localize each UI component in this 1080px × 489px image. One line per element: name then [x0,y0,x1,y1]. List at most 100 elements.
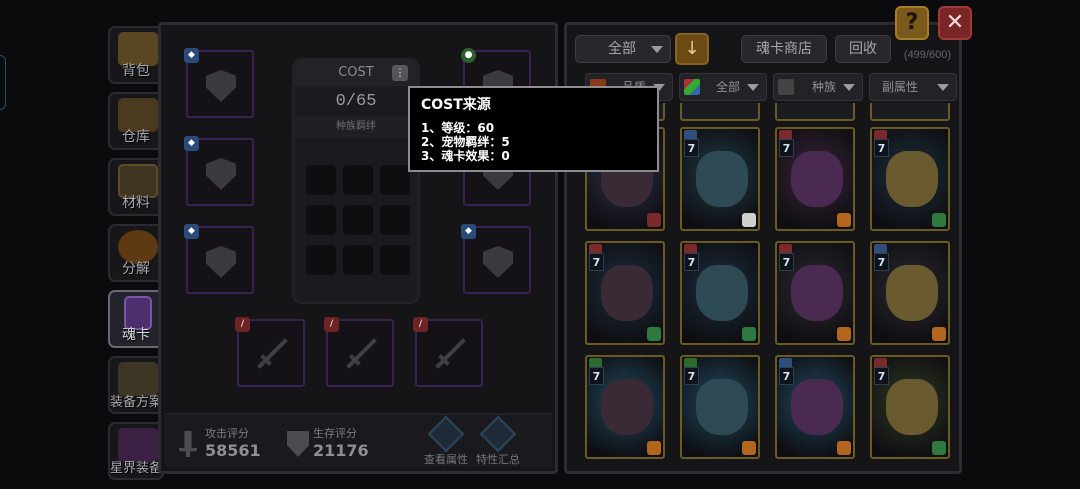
sidebar-item-label: 魂卡 [122,327,150,343]
screen-edge-glow [0,55,6,110]
soul-card[interactable]: 7 [870,355,950,459]
race-icon [778,79,794,95]
card-portrait-icon [791,379,843,435]
shield-placeholder-icon [206,70,236,102]
sidebar-item-decompose[interactable]: 分解 [108,224,164,282]
shield-placeholder-icon [206,246,236,278]
help-button[interactable]: ? [895,6,929,40]
card-level: 7 [874,253,889,271]
water-element-icon: ◆ [184,136,199,151]
sidebar-item-label: 材料 [122,195,150,211]
card-slot[interactable]: ◆ [184,224,254,294]
sidebar-item-label: 装备方案 [109,395,162,410]
sub-attribute-filter[interactable]: 副属性 [869,73,957,101]
close-button[interactable]: ✕ [938,6,972,40]
race-badge-icon [647,441,661,455]
sub-attribute-filter-label: 副属性 [882,80,919,94]
race-bond-grid [306,165,410,277]
card-portrait-icon [696,265,748,321]
chevron-down-icon [747,84,759,91]
recycle-button[interactable]: 回收 [835,35,891,63]
soul-card[interactable]: 7 [775,241,855,345]
cost-source-tooltip: COST来源 1、等级：60 2、宠物羁绊：5 3、魂卡效果：0 [408,86,659,172]
chevron-down-icon [651,46,663,53]
sidebar-item-backpack[interactable]: 背包 [108,26,164,84]
soul-shop-button[interactable]: 魂卡商店 [741,35,827,63]
shield-placeholder-icon [483,246,513,278]
attack-element-icon: / [235,317,250,332]
card-portrait-icon [791,265,843,321]
race-badge-icon [742,327,756,341]
soul-card[interactable]: 7 [585,355,665,459]
soul-card[interactable]: 7 [680,241,760,345]
water-element-icon: ◆ [184,48,199,63]
trait-summary-button[interactable]: 特性汇总 [473,415,523,467]
color-filter[interactable]: 全部 [679,73,767,101]
survival-score-label: 生存评分 [313,427,357,440]
card-slot[interactable]: / [413,317,483,387]
card-level: 7 [684,139,699,157]
sidebar-item-label: 仓库 [122,129,150,145]
cost-info-button[interactable]: ⋮ [392,65,408,81]
card-slot[interactable]: / [324,317,394,387]
race-badge-icon [837,213,851,227]
race-badge-icon [647,327,661,341]
filter-all-dropdown[interactable]: 全部 [575,35,671,63]
attack-score-value: 58561 [205,441,261,460]
chevron-down-icon [937,84,949,91]
tooltip-line-pet-bond: 2、宠物羁绊：5 [421,135,510,149]
sidebar-item-soul-card[interactable]: 魂卡 [108,290,164,348]
race-bond-label: 种族羁绊 [294,116,418,138]
race-bond-cell [380,205,410,235]
gem-icon [427,415,465,453]
score-bar: 攻击评分 58561 生存评分 21176 查看属性 特性汇总 [165,413,552,467]
tooltip-line-level: 1、等级：60 [421,121,495,135]
view-attributes-button[interactable]: 查看属性 [421,415,471,467]
card-slot[interactable]: ◆ [184,136,254,206]
card-slot[interactable]: ◆ [184,48,254,118]
race-badge-icon [932,327,946,341]
race-filter[interactable]: 种族 [773,73,863,101]
survival-score-value: 21176 [313,441,369,460]
soul-card[interactable]: 7 [775,355,855,459]
card-portrait-icon [886,151,938,207]
soul-card-partial[interactable] [680,103,760,121]
card-level: 7 [874,367,889,385]
card-portrait-icon [601,265,653,321]
card-portrait-icon [696,379,748,435]
trait-summary-label: 特性汇总 [476,453,520,466]
soul-card-partial[interactable] [870,103,950,121]
race-badge-icon [932,213,946,227]
cost-box: COST ⋮ 0/65 种族羁绊 [292,58,420,304]
sidebar-item-label: 背包 [122,63,150,79]
sidebar-item-warehouse[interactable]: 仓库 [108,92,164,150]
water-element-icon: ◆ [461,224,476,239]
soul-card[interactable]: 7 [870,241,950,345]
race-bond-cell [380,165,410,195]
sidebar-item-materials[interactable]: 材料 [108,158,164,216]
card-level: 7 [589,253,604,271]
soul-card[interactable]: 7 [680,355,760,459]
tooltip-title: COST来源 [421,97,491,113]
soul-card[interactable]: 7 [870,127,950,231]
sort-button[interactable]: ↓ [675,33,709,65]
card-level: 7 [779,367,794,385]
card-portrait-icon [601,379,653,435]
color-filter-label: 全部 [715,80,740,94]
sidebar-item-equipment-plan[interactable]: 装备方案 [108,356,164,414]
color-palette-icon [684,79,700,95]
card-slot[interactable]: / [235,317,305,387]
card-slot[interactable]: ◆ [461,224,531,294]
shield-icon [287,431,309,457]
soul-card-partial[interactable] [775,103,855,121]
soul-card[interactable]: 7 [585,241,665,345]
card-level: 7 [779,139,794,157]
race-bond-cell [306,165,336,195]
sidebar-item-astral-equipment[interactable]: 星界装备 [108,422,164,480]
chevron-down-icon [843,84,855,91]
water-element-icon: ◆ [184,224,199,239]
soul-card[interactable]: 7 [775,127,855,231]
sidebar-item-label: 分解 [122,261,150,277]
attack-score-label: 攻击评分 [205,427,249,440]
soul-card[interactable]: 7 [680,127,760,231]
